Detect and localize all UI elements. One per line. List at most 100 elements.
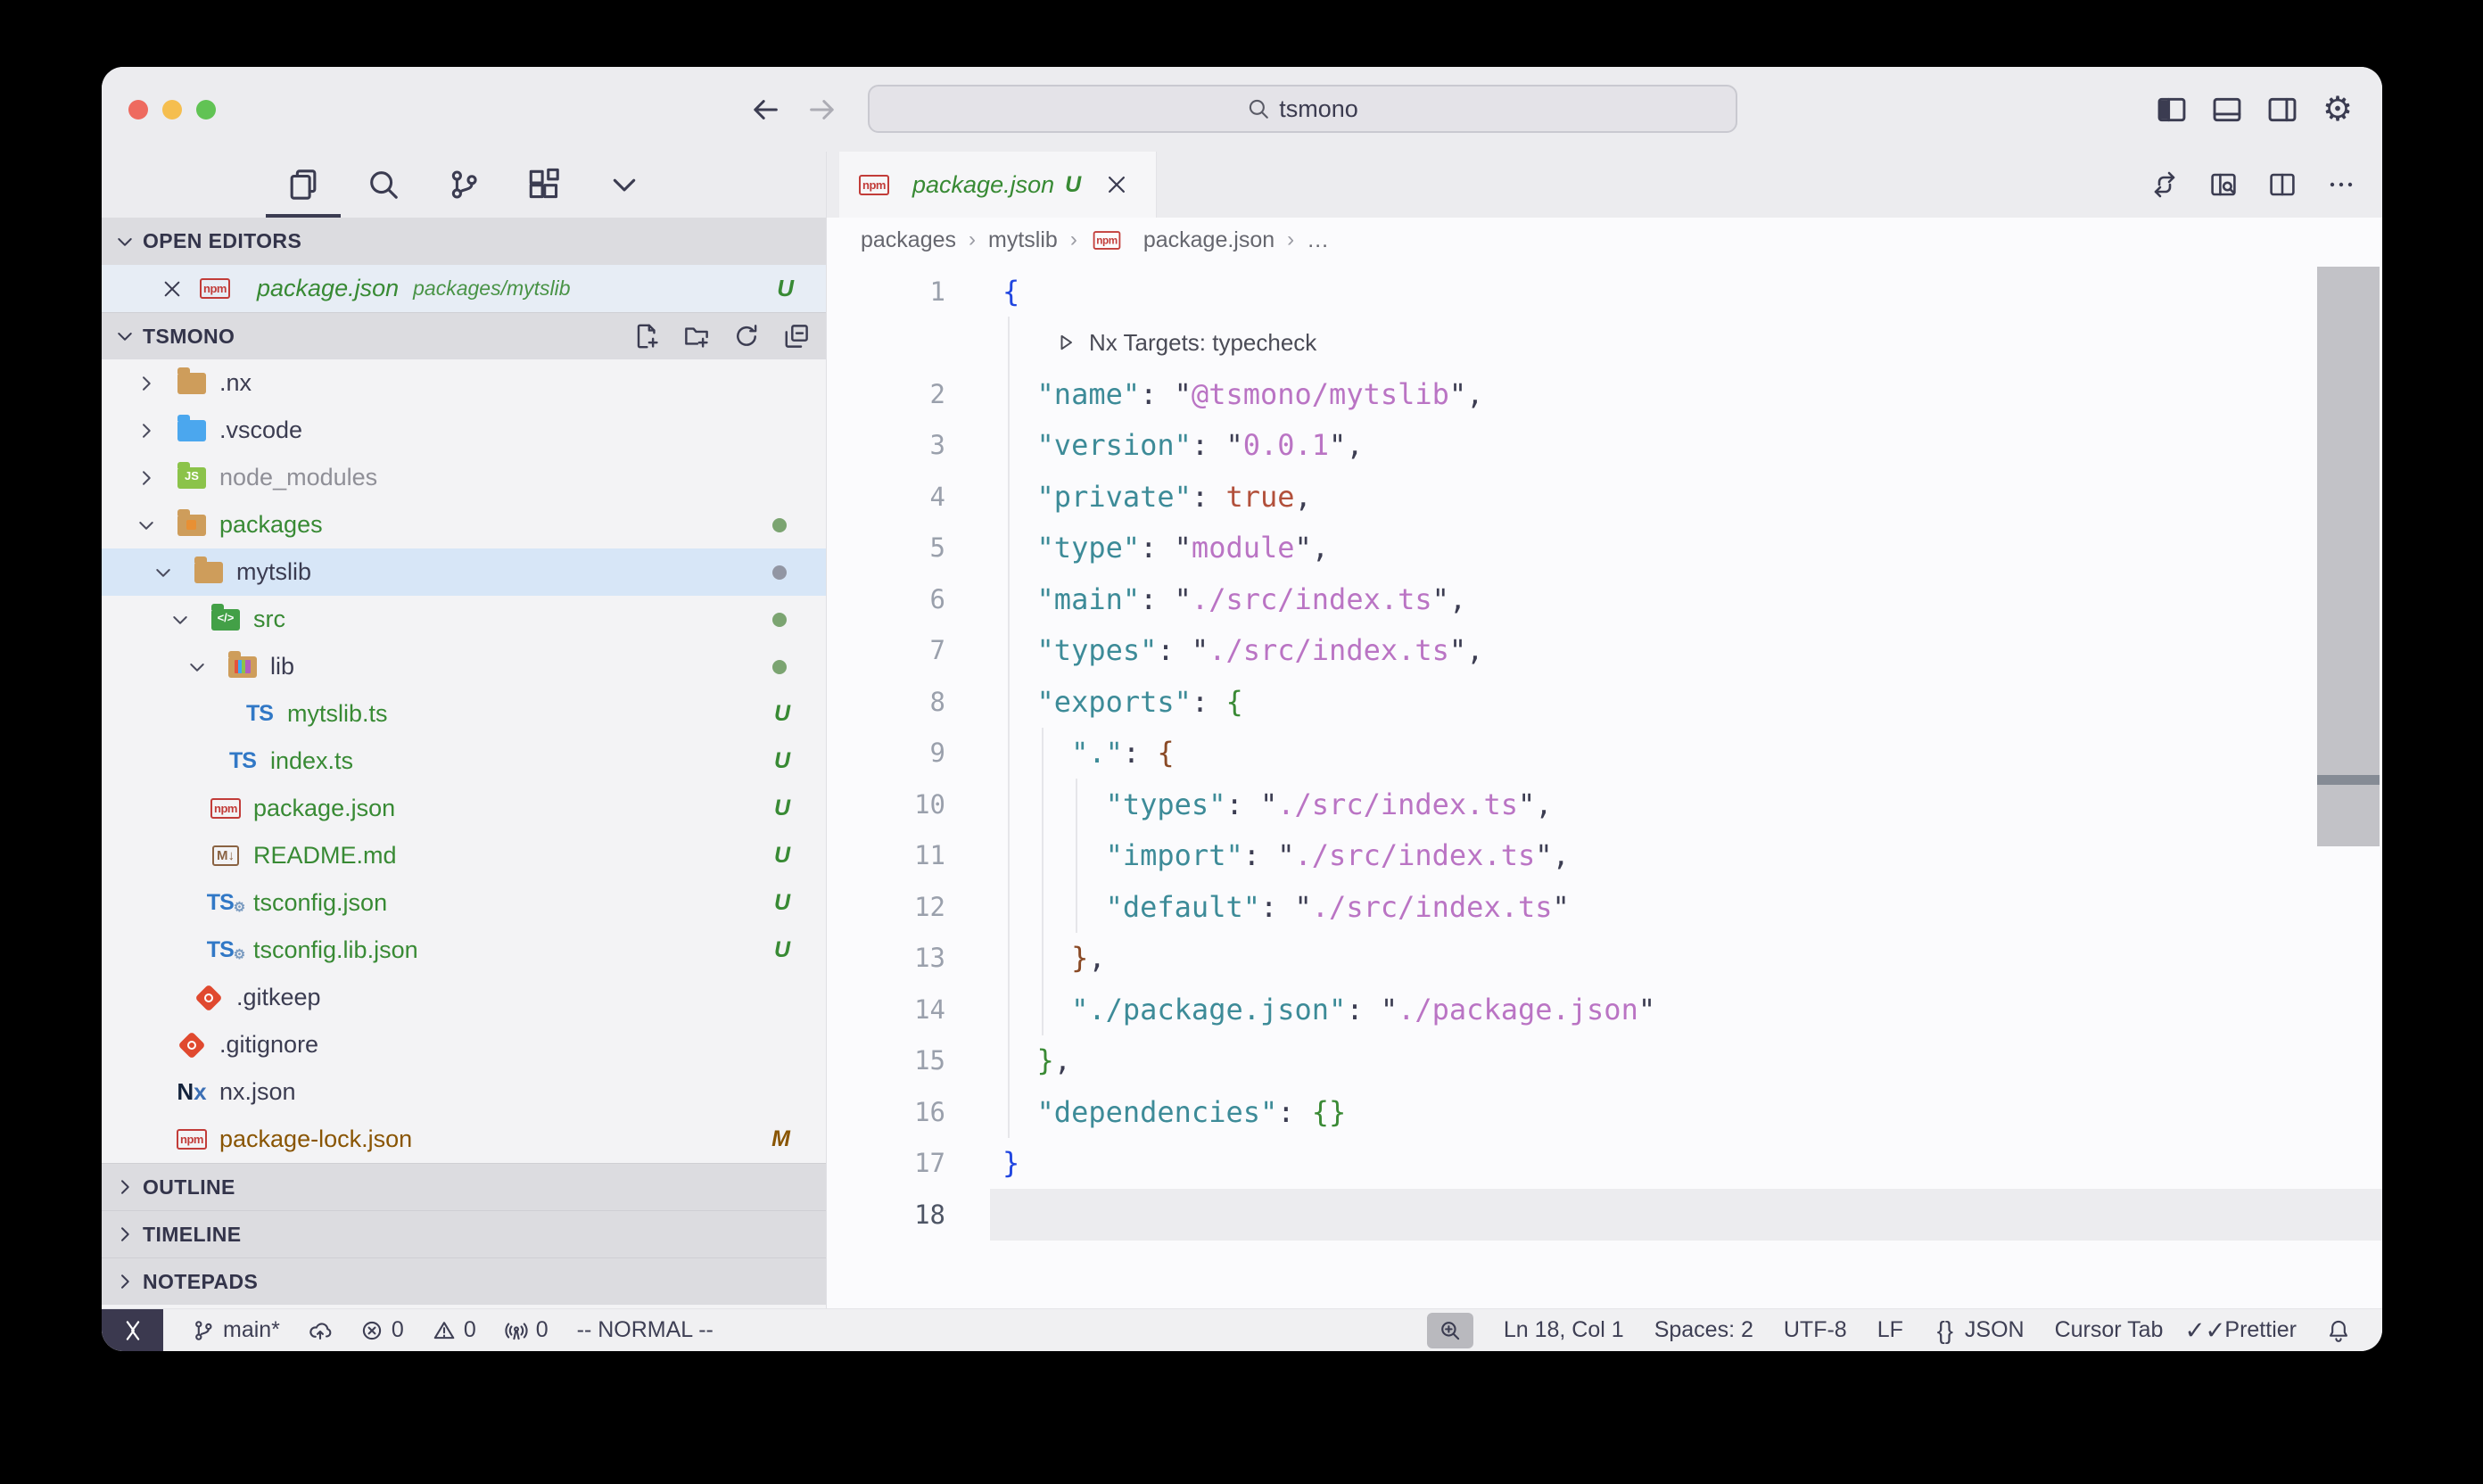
toggle-secondary-sidebar-button[interactable] (2266, 94, 2298, 126)
breadcrumb-item[interactable]: packages (861, 227, 956, 253)
minimize-button[interactable] (162, 100, 182, 120)
forward-button[interactable] (806, 94, 838, 126)
activity-extensions[interactable] (526, 152, 562, 218)
line-number[interactable]: 7 (827, 635, 1002, 665)
tree-item-node_modules[interactable]: JSnode_modules (102, 454, 826, 501)
tree-item-index.ts[interactable]: TSindex.tsU (102, 738, 826, 785)
code-line-10[interactable]: 10 "types": "./src/index.ts", (827, 779, 2382, 830)
code-line-15[interactable]: 15 }, (827, 1035, 2382, 1087)
line-number[interactable]: 11 (827, 840, 1002, 870)
open-changes-button[interactable] (2150, 170, 2179, 199)
open-preview-button[interactable] (2209, 170, 2238, 199)
status-indentation[interactable]: Spaces: 2 (1654, 1317, 1753, 1343)
close-icon[interactable] (161, 277, 184, 301)
new-file-button[interactable] (633, 323, 660, 350)
status-zoom-indicator[interactable] (1427, 1313, 1473, 1348)
status-vim-mode[interactable]: -- NORMAL -- (577, 1317, 714, 1343)
tree-item-nx.json[interactable]: Nxnx.json (102, 1068, 826, 1116)
code-line-5[interactable]: 5 "type": "module", (827, 523, 2382, 574)
status-eol[interactable]: LF (1877, 1317, 1903, 1343)
line-number[interactable]: 17 (827, 1148, 1002, 1178)
tree-item-tsconfig.json[interactable]: TS⚙tsconfig.jsonU (102, 879, 826, 927)
line-number[interactable]: 15 (827, 1045, 1002, 1076)
line-number[interactable]: 16 (827, 1097, 1002, 1127)
line-number[interactable]: 18 (827, 1200, 1002, 1230)
collapse-folders-button[interactable] (783, 323, 810, 350)
line-number[interactable]: 9 (827, 738, 1002, 768)
code-line-6[interactable]: 6 "main": "./src/index.ts", (827, 573, 2382, 625)
code-line-16[interactable]: 16 "dependencies": {} (827, 1086, 2382, 1138)
status-ports[interactable]: 0 (505, 1317, 549, 1343)
code-line-18[interactable]: 18 (827, 1189, 2382, 1241)
more-actions-button[interactable] (2327, 170, 2355, 199)
tree-item-.nx[interactable]: .nx (102, 359, 826, 407)
tree-item-packages[interactable]: packages (102, 501, 826, 548)
status-encoding[interactable]: UTF-8 (1784, 1317, 1847, 1343)
status-language-mode[interactable]: {}JSON (1934, 1317, 2025, 1343)
status-errors[interactable]: 0 (360, 1317, 404, 1343)
tree-item-.vscode[interactable]: .vscode (102, 407, 826, 454)
code-line-3[interactable]: 3 "version": "0.0.1", (827, 420, 2382, 472)
status-git-branch[interactable]: main* (192, 1317, 280, 1343)
refresh-explorer-button[interactable] (733, 323, 760, 350)
tree-item-tsconfig.lib.json[interactable]: TS⚙tsconfig.lib.jsonU (102, 927, 826, 974)
editor-scrollbar[interactable] (2317, 267, 2380, 846)
code-line-7[interactable]: 7 "types": "./src/index.ts", (827, 625, 2382, 677)
activity-search[interactable] (366, 152, 401, 218)
breadcrumb-item[interactable]: mytslib (988, 227, 1058, 253)
tab-package-json[interactable]: npm package.json U (839, 152, 1157, 218)
zoom-button[interactable] (196, 100, 216, 120)
close-tab-icon[interactable] (1104, 172, 1129, 197)
status-formatter[interactable]: ✓✓Prettier (2193, 1317, 2297, 1343)
open-editors-header[interactable]: OPEN EDITORS (102, 218, 826, 265)
toggle-panel-button[interactable] (2211, 94, 2243, 126)
status-publish-changes[interactable] (309, 1319, 332, 1342)
code-line-9[interactable]: 9 ".": { (827, 728, 2382, 779)
codelens-nx-targets[interactable]: Nx Targets: typecheck (827, 317, 2382, 369)
status-notifications-bell[interactable] (2327, 1319, 2350, 1342)
line-number[interactable]: 3 (827, 430, 1002, 460)
line-number[interactable]: 8 (827, 687, 1002, 717)
code-line-2[interactable]: 2 "name": "@tsmono/mytslib", (827, 368, 2382, 420)
code-line-12[interactable]: 12 "default": "./src/index.ts" (827, 881, 2382, 933)
code-editor[interactable]: 1{Nx Targets: typecheck2 "name": "@tsmon… (827, 262, 2382, 1308)
line-number[interactable]: 13 (827, 943, 1002, 973)
new-folder-button[interactable] (683, 323, 710, 350)
status-cursor-tab[interactable]: Cursor Tab (2055, 1317, 2164, 1343)
tree-item-.gitignore[interactable]: .gitignore (102, 1021, 826, 1068)
activity-explorer[interactable] (285, 152, 321, 218)
panel-header-notepads[interactable]: NOTEPADS (102, 1257, 826, 1305)
workspace-header[interactable]: TSMONO (102, 312, 826, 359)
settings-button[interactable]: ⚙ (2322, 94, 2354, 126)
command-center-search[interactable]: tsmono (868, 85, 1737, 133)
activity-source-control[interactable] (446, 152, 482, 218)
line-number[interactable]: 1 (827, 276, 1002, 307)
line-number[interactable]: 4 (827, 482, 1002, 512)
code-line-4[interactable]: 4 "private": true, (827, 471, 2382, 523)
toggle-primary-sidebar-button[interactable] (2156, 94, 2188, 126)
status-cursor-position[interactable]: Ln 18, Col 1 (1504, 1317, 1624, 1343)
tree-item-mytslib.ts[interactable]: TSmytslib.tsU (102, 690, 826, 738)
code-line-11[interactable]: 11 "import": "./src/index.ts", (827, 830, 2382, 882)
panel-header-outline[interactable]: OUTLINE (102, 1163, 826, 1210)
close-button[interactable] (128, 100, 148, 120)
line-number[interactable]: 12 (827, 892, 1002, 922)
breadcrumb-item[interactable]: npmpackage.json (1090, 227, 1274, 253)
tree-item-lib[interactable]: lib (102, 643, 826, 690)
split-editor-button[interactable] (2268, 170, 2297, 199)
line-number[interactable]: 14 (827, 994, 1002, 1025)
line-number[interactable]: 2 (827, 379, 1002, 409)
code-line-13[interactable]: 13 }, (827, 933, 2382, 985)
open-editor-item[interactable]: npm package.json packages/mytslib U (102, 265, 826, 312)
back-button[interactable] (749, 94, 781, 126)
code-line-14[interactable]: 14 "./package.json": "./package.json" (827, 984, 2382, 1035)
remote-indicator[interactable] (102, 1309, 163, 1352)
breadcrumb-item[interactable]: … (1307, 227, 1329, 253)
panel-header-timeline[interactable]: TIMELINE (102, 1210, 826, 1257)
code-line-8[interactable]: 8 "exports": { (827, 676, 2382, 728)
tree-item-src[interactable]: </>src (102, 596, 826, 643)
line-number[interactable]: 10 (827, 789, 1002, 820)
tree-item-README.md[interactable]: M↓README.mdU (102, 832, 826, 879)
tree-item-.gitkeep[interactable]: .gitkeep (102, 974, 826, 1021)
status-warnings[interactable]: 0 (433, 1317, 476, 1343)
